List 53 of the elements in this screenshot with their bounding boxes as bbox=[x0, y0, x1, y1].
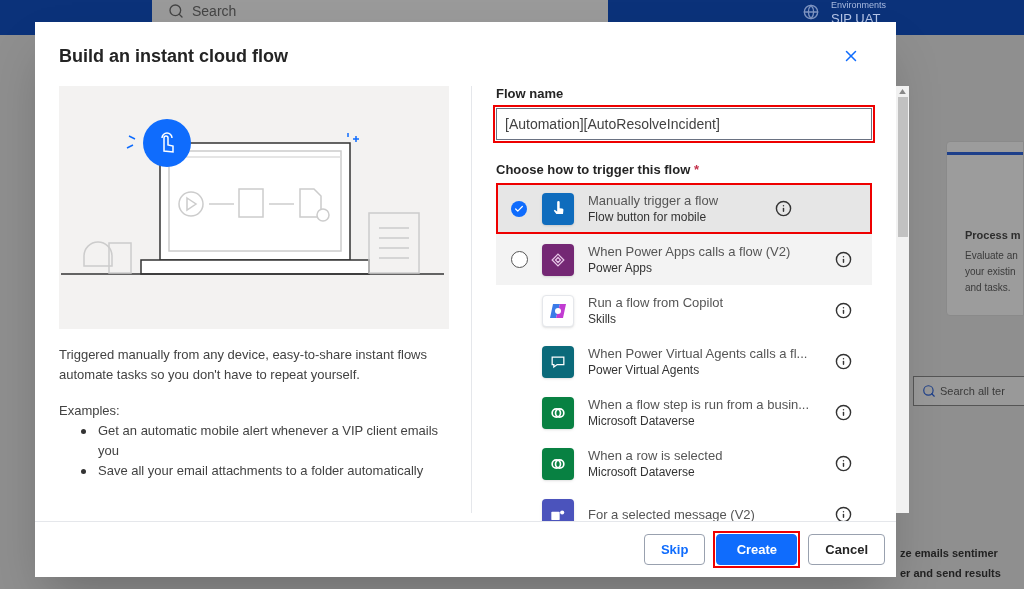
globe-icon bbox=[803, 4, 819, 20]
trigger-title: When a flow step is run from a busin... bbox=[588, 396, 811, 413]
dialog-button[interactable]: Skip bbox=[643, 534, 706, 565]
bullet-icon bbox=[81, 468, 86, 474]
trigger-title: Manually trigger a flow bbox=[588, 192, 720, 209]
examples-label: Examples: bbox=[59, 402, 121, 420]
flow-name-field[interactable]: [Automation][AutoResolveIncident] bbox=[496, 107, 872, 140]
search-placeholder: Search bbox=[192, 2, 237, 21]
check-icon bbox=[514, 203, 524, 214]
template-card[interactable]: Process m Evaluate an your existin and tasks. bbox=[946, 141, 1024, 316]
trigger-title: For a selected message (V2) bbox=[588, 506, 756, 521]
info-icon[interactable] bbox=[835, 455, 852, 472]
description-text: Triggered manually from any device, easy-to-share instant flows automate tasks so you don't have to repeat yourself. bbox=[59, 346, 428, 384]
scrollbar[interactable] bbox=[896, 86, 909, 513]
info-icon[interactable] bbox=[835, 251, 852, 268]
template-title: ze emails sentimer er and send results bbox=[900, 546, 1001, 581]
trigger-subtitle: Microsoft Dataverse bbox=[588, 413, 696, 429]
required-mark: * bbox=[693, 161, 699, 177]
trigger-title: When a row is selected bbox=[588, 447, 724, 464]
trigger-title: When Power Virtual Agents calls a fl... bbox=[588, 345, 809, 362]
example-text: Get an automatic mobile alert whenever a VIP client emails you bbox=[98, 421, 440, 460]
search-icon bbox=[922, 384, 936, 398]
info-icon[interactable] bbox=[835, 302, 852, 319]
trigger-option[interactable]: When Power Apps calls a flow (V2) Power Apps bbox=[496, 234, 872, 285]
search-placeholder: Search all ter bbox=[940, 383, 1005, 399]
bullet-icon bbox=[81, 428, 86, 434]
dialog-title: Build an instant cloud flow bbox=[59, 45, 288, 68]
template-search-field[interactable]: Search all ter bbox=[913, 376, 1024, 406]
trigger-subtitle: Flow button for mobile bbox=[588, 209, 708, 225]
info-icon[interactable] bbox=[835, 506, 852, 521]
trigger-subtitle: Power Virtual Agents bbox=[588, 362, 701, 378]
example-text: Save all your email attachments to a folder automatically bbox=[98, 461, 424, 480]
trigger-title: Run a flow from Copilot bbox=[588, 294, 725, 311]
info-icon[interactable] bbox=[835, 404, 852, 421]
radio-button[interactable] bbox=[511, 251, 528, 268]
info-icon[interactable] bbox=[775, 200, 792, 217]
environment-label: Environments bbox=[831, 1, 887, 10]
field-label: Flow name bbox=[496, 85, 565, 103]
dialog-button[interactable]: Cancel bbox=[808, 534, 885, 565]
trigger-subtitle: Skills bbox=[588, 311, 617, 327]
trigger-title: When Power Apps calls a flow (V2) bbox=[588, 243, 792, 260]
search-icon bbox=[168, 3, 184, 19]
card-text: Evaluate an your existin and tasks. bbox=[965, 248, 1019, 295]
trigger-label: Choose how to trigger this flow bbox=[496, 161, 691, 177]
trigger-subtitle: Microsoft Dataverse bbox=[588, 464, 696, 480]
dialog-button[interactable]: Create bbox=[716, 534, 798, 565]
scroll-up-icon[interactable] bbox=[899, 89, 906, 94]
search-field[interactable]: Search bbox=[152, 0, 608, 22]
info-icon[interactable] bbox=[835, 353, 852, 370]
trigger-option[interactable]: Manually trigger a flow Flow button for mobile bbox=[496, 183, 872, 234]
radio-button[interactable] bbox=[511, 200, 527, 217]
trigger-subtitle: Power Apps bbox=[588, 260, 654, 276]
card-title: Process m bbox=[965, 228, 1022, 243]
